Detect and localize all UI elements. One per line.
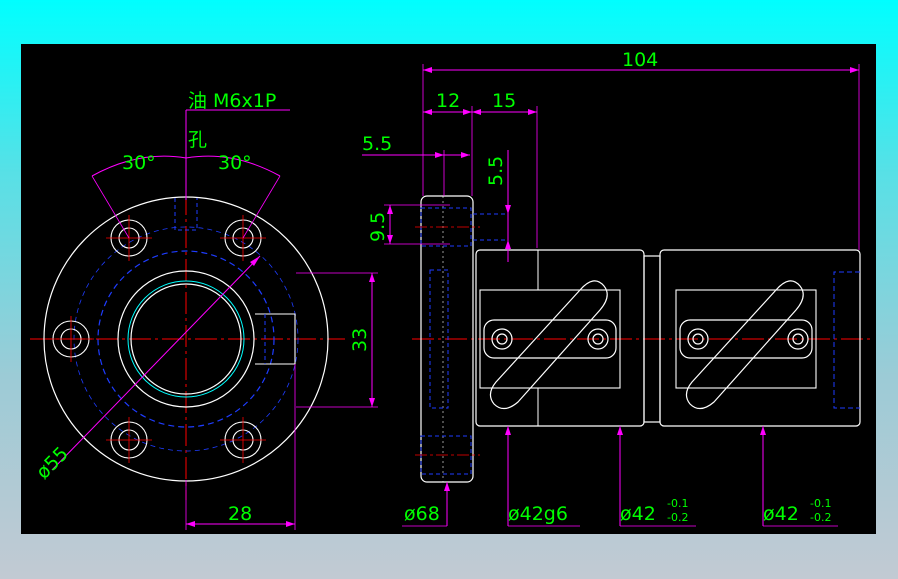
dim-5-5-v-label: 5.5 [485,156,507,186]
dim-15-label: 15 [492,90,516,112]
oil-hole-label-line2: 孔 [188,129,207,151]
oil-hole-label-line1: 油 M6x1P [188,90,276,112]
return-tube-right [679,280,813,410]
ball-screw-nut-drawing: 油 M6x1P 孔 30° 30° ø55 33 28 104 12 15 5.… [30,49,870,530]
angle-leader-right [242,175,281,239]
dia-42g6-label: ø42g6 [508,503,568,525]
flange-hidden-holes [420,207,472,475]
flange-hole-centerlines [415,226,480,456]
dim-5-5-h-label: 5.5 [362,133,392,155]
tol-a-upper: -0.1 [667,497,688,510]
dim-12-label: 12 [436,90,460,112]
side-view: 104 12 15 5.5 5.5 9.5 ø68 ø42g6 ø42 -0.1… [362,49,870,527]
nut-body-right [659,249,861,427]
dia-68-label: ø68 [404,503,440,525]
dim-104-label: 104 [622,49,658,71]
angle-label-left: 30° [122,152,156,174]
angle-leader-left [91,175,130,239]
angle-label-right: 30° [218,152,252,174]
dia-55-label: ø55 [32,443,73,484]
dim-9-5-label: 9.5 [367,212,389,242]
tol-b-upper: -0.1 [810,497,831,510]
return-tube-left [483,280,617,410]
cad-drawing-canvas: 油 M6x1P 孔 30° 30° ø55 33 28 104 12 15 5.… [21,44,876,534]
dim-33-label: 33 [349,328,371,352]
end-hidden [833,271,860,409]
dia-55-leader [51,255,261,471]
tol-a-lower: -0.2 [667,511,688,524]
nut-body-left [475,249,645,427]
dia-42-b-label: ø42 [763,503,799,525]
front-view: 油 M6x1P 孔 30° 30° ø55 33 28 [30,90,378,530]
dia-42-a-label: ø42 [620,503,656,525]
dim-28-label: 28 [228,503,252,525]
tol-b-lower: -0.2 [810,511,831,524]
